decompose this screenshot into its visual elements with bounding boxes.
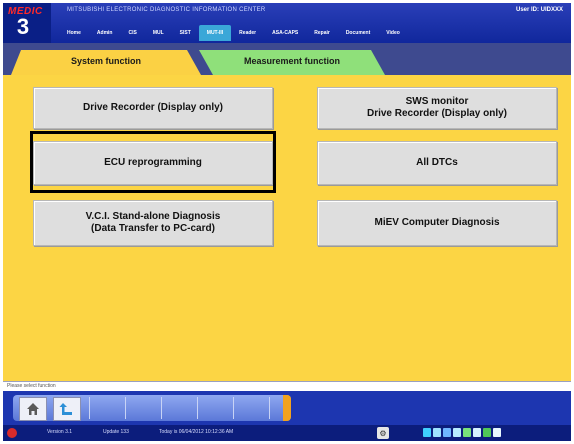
tray-icon[interactable] <box>473 428 481 437</box>
nav-separator <box>161 397 162 419</box>
medic-logo: MEDIC 3 <box>3 3 51 43</box>
menu-mul[interactable]: MUL <box>145 25 172 41</box>
vci-standalone-button[interactable]: V.C.I. Stand-alone Diagnosis (Data Trans… <box>33 200 273 246</box>
tray-icon[interactable] <box>443 428 451 437</box>
menu-reader[interactable]: Reader <box>231 25 264 41</box>
logo-number: 3 <box>16 14 30 39</box>
menu-cis[interactable]: CIS <box>120 25 144 41</box>
app-title: MITSUBISHI ELECTRONIC DIAGNOSTIC INFORMA… <box>67 7 266 13</box>
menu-document[interactable]: Document <box>338 25 378 41</box>
user-id: User ID: UIDXXX <box>515 7 563 13</box>
nav-rail <box>13 395 291 421</box>
menu-mut-iii[interactable]: MUT-III <box>198 25 232 41</box>
sws-monitor-label-line2: Drive Recorder (Display only) <box>366 108 508 119</box>
tray-icon[interactable] <box>423 428 431 437</box>
menu-repair[interactable]: Repair <box>306 25 338 41</box>
top-menu: Home Admin CIS MUL SIST MUT-III Reader A… <box>59 25 408 41</box>
all-dtcs-label: All DTCs <box>416 157 458 168</box>
menu-sist[interactable]: SIST <box>172 25 199 41</box>
status-message: Please select function <box>7 383 56 389</box>
app-window: MEDIC 3 MITSUBISHI ELECTRONIC DIAGNOSTIC… <box>3 3 571 441</box>
header: MEDIC 3 MITSUBISHI ELECTRONIC DIAGNOSTIC… <box>3 3 571 43</box>
date-text: Today is 06/04/2012 10:12:36 AM <box>159 429 234 435</box>
function-panel: Drive Recorder (Display only) SWS monito… <box>3 75 571 381</box>
tray-icons <box>423 428 501 437</box>
back-button[interactable] <box>53 397 81 421</box>
tray-icon[interactable] <box>463 428 471 437</box>
sws-monitor-button[interactable]: SWS monitor Drive Recorder (Display only… <box>317 87 557 129</box>
sws-monitor-label-line1: SWS monitor <box>405 96 469 107</box>
miev-diagnosis-label: MiEV Computer Diagnosis <box>374 217 500 228</box>
tray-icon[interactable] <box>493 428 501 437</box>
tray-icon[interactable] <box>433 428 441 437</box>
update-text: Update 133 <box>103 429 129 435</box>
footer-bar: Version 3.1 Update 133 Today is 06/04/20… <box>3 425 571 441</box>
tray-icon[interactable] <box>453 428 461 437</box>
tab-bar: System function Measurement function <box>3 43 571 75</box>
settings-icon[interactable]: ⚙ <box>377 427 389 439</box>
nav-separator <box>197 397 198 419</box>
nav-separator <box>233 397 234 419</box>
menu-asa-caps[interactable]: ASA-CAPS <box>264 25 306 41</box>
home-button[interactable] <box>19 397 47 421</box>
selection-highlight <box>30 131 276 193</box>
menu-video[interactable]: Video <box>378 25 408 41</box>
drive-recorder-label: Drive Recorder (Display only) <box>82 102 224 113</box>
nav-rail-end <box>283 395 291 421</box>
back-arrow-icon <box>59 403 72 415</box>
system-icon[interactable] <box>7 428 17 438</box>
menu-home[interactable]: Home <box>59 25 89 41</box>
nav-separator <box>269 397 270 419</box>
tab-measurement-function[interactable]: Measurement function <box>199 50 385 75</box>
nav-separator <box>125 397 126 419</box>
bottom-nav-bar <box>3 391 571 425</box>
tab-system-function[interactable]: System function <box>11 50 201 75</box>
home-icon <box>27 403 39 415</box>
menu-admin[interactable]: Admin <box>89 25 121 41</box>
version-text: Version 3.1 <box>47 429 73 435</box>
vci-standalone-label-line2: (Data Transfer to PC-card) <box>91 223 215 234</box>
drive-recorder-button[interactable]: Drive Recorder (Display only) <box>33 87 273 129</box>
vci-standalone-label-line1: V.C.I. Stand-alone Diagnosis <box>85 211 221 222</box>
miev-diagnosis-button[interactable]: MiEV Computer Diagnosis <box>317 200 557 246</box>
nav-separator <box>89 397 90 419</box>
all-dtcs-button[interactable]: All DTCs <box>317 141 557 185</box>
tray-icon[interactable] <box>483 428 491 437</box>
